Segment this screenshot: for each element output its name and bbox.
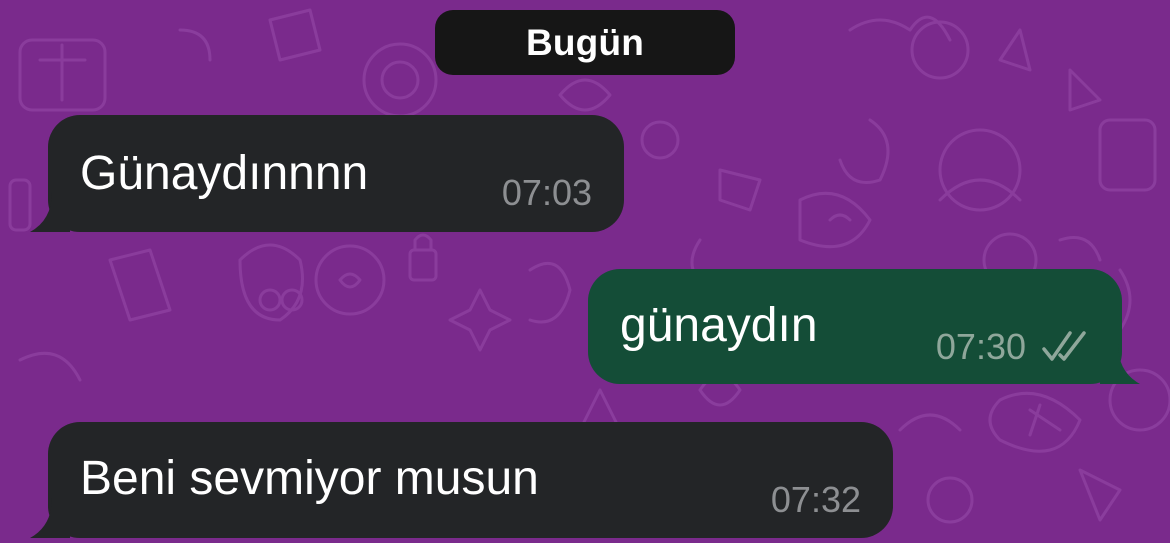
message-bubble-incoming[interactable]: Beni sevmiyor musun 07:32 [30, 422, 893, 538]
message-text: günaydın [620, 299, 818, 352]
message-bubble-outgoing[interactable]: günaydın 07:30 [588, 269, 1140, 384]
bubble-tail [1100, 344, 1140, 384]
double-check-icon [1042, 331, 1086, 361]
message-time: 07:32 [770, 479, 861, 520]
message-text: Beni sevmiyor musun [80, 452, 539, 505]
bubble-tail [30, 498, 70, 538]
date-label: Bugün [525, 21, 645, 63]
date-separator: Bugün [435, 10, 735, 75]
message-text: Günaydınnnn [80, 147, 369, 200]
message-time: 07:30 [935, 326, 1026, 367]
bubble-tail [30, 192, 70, 232]
message-bubble-incoming[interactable]: Günaydınnnn 07:03 [30, 115, 624, 232]
message-time: 07:03 [501, 172, 592, 213]
